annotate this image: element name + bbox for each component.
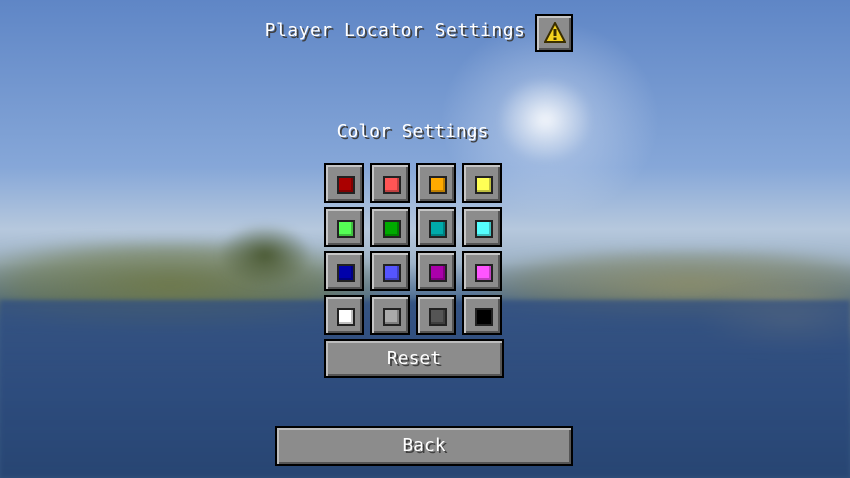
color-button-red[interactable]	[370, 163, 410, 203]
color-swatch-dark-aqua	[429, 220, 447, 238]
color-button-white[interactable]	[324, 295, 364, 335]
color-button-dark-purple[interactable]	[416, 251, 456, 291]
color-button-gold[interactable]	[416, 163, 456, 203]
color-button-aqua[interactable]	[462, 207, 502, 247]
color-swatch-gray	[383, 308, 401, 326]
color-settings-label: Color Settings	[336, 121, 489, 142]
color-swatch-dark-gray	[429, 308, 447, 326]
back-button[interactable]: Back	[275, 426, 573, 466]
color-button-dark-gray[interactable]	[416, 295, 456, 335]
warning-triangle-icon	[544, 22, 566, 43]
color-button-black[interactable]	[462, 295, 502, 335]
color-swatch-green	[337, 220, 355, 238]
color-swatch-blue	[383, 264, 401, 282]
color-swatch-dark-purple	[429, 264, 447, 282]
color-button-blue[interactable]	[370, 251, 410, 291]
color-swatch-dark-green	[383, 220, 401, 238]
reset-button[interactable]: Reset	[324, 339, 504, 378]
color-swatch-light-purple	[475, 264, 493, 282]
color-swatch-grid	[324, 163, 504, 335]
color-button-yellow[interactable]	[462, 163, 502, 203]
color-swatch-white	[337, 308, 355, 326]
screen-title: Player Locator Settings	[264, 20, 526, 41]
color-button-dark-aqua[interactable]	[416, 207, 456, 247]
tree	[220, 225, 310, 285]
color-button-dark-red[interactable]	[324, 163, 364, 203]
color-swatch-aqua	[475, 220, 493, 238]
color-swatch-yellow	[475, 176, 493, 194]
color-button-gray[interactable]	[370, 295, 410, 335]
color-button-dark-blue[interactable]	[324, 251, 364, 291]
color-swatch-red	[383, 176, 401, 194]
color-swatch-dark-red	[337, 176, 355, 194]
color-swatch-black	[475, 308, 493, 326]
color-button-green[interactable]	[324, 207, 364, 247]
color-swatch-dark-blue	[337, 264, 355, 282]
color-button-light-purple[interactable]	[462, 251, 502, 291]
warning-button[interactable]	[535, 14, 573, 52]
color-button-dark-green[interactable]	[370, 207, 410, 247]
color-swatch-gold	[429, 176, 447, 194]
sun	[500, 80, 590, 160]
